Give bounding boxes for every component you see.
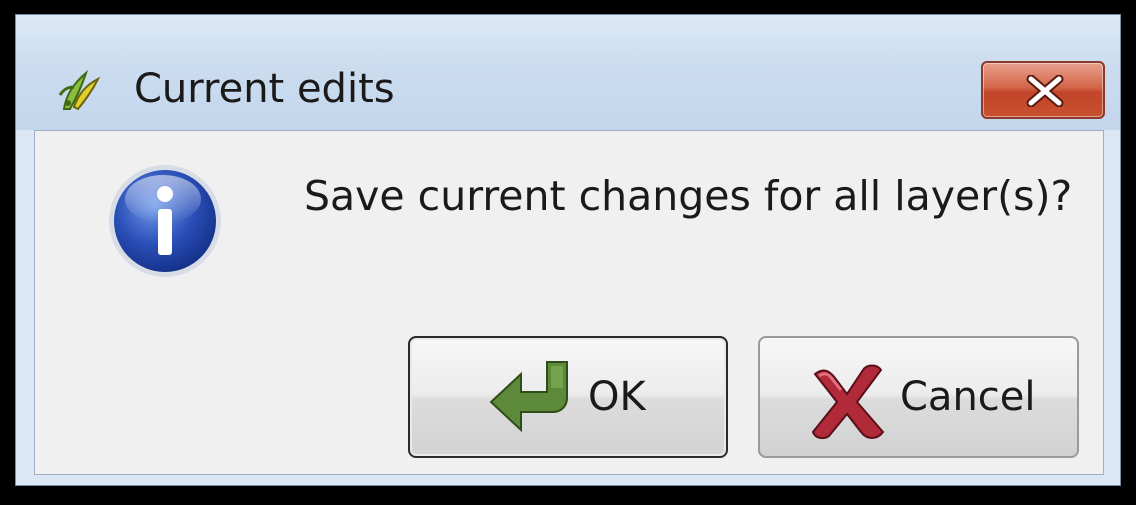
ok-button[interactable]: OK	[408, 336, 728, 458]
ok-button-label: OK	[588, 374, 646, 420]
dialog-body: Save current changes for all layer(s)? O…	[34, 130, 1104, 475]
close-button[interactable]	[981, 61, 1105, 119]
cancel-button-label: Cancel	[900, 374, 1036, 420]
info-icon	[105, 161, 225, 281]
title-bar[interactable]: Current edits	[16, 15, 1120, 130]
ok-arrow-icon	[487, 358, 571, 444]
cancel-x-icon	[805, 360, 889, 452]
dialog-message: Save current changes for all layer(s)?	[304, 172, 1073, 220]
window-title: Current edits	[134, 66, 395, 112]
qgis-logo-icon	[56, 65, 102, 113]
dialog-window: Current edits Save current changes for a…	[15, 14, 1121, 486]
cancel-button[interactable]: Cancel	[758, 336, 1079, 458]
screenshot-frame: Current edits Save current changes for a…	[0, 0, 1136, 505]
close-icon	[1026, 75, 1064, 107]
